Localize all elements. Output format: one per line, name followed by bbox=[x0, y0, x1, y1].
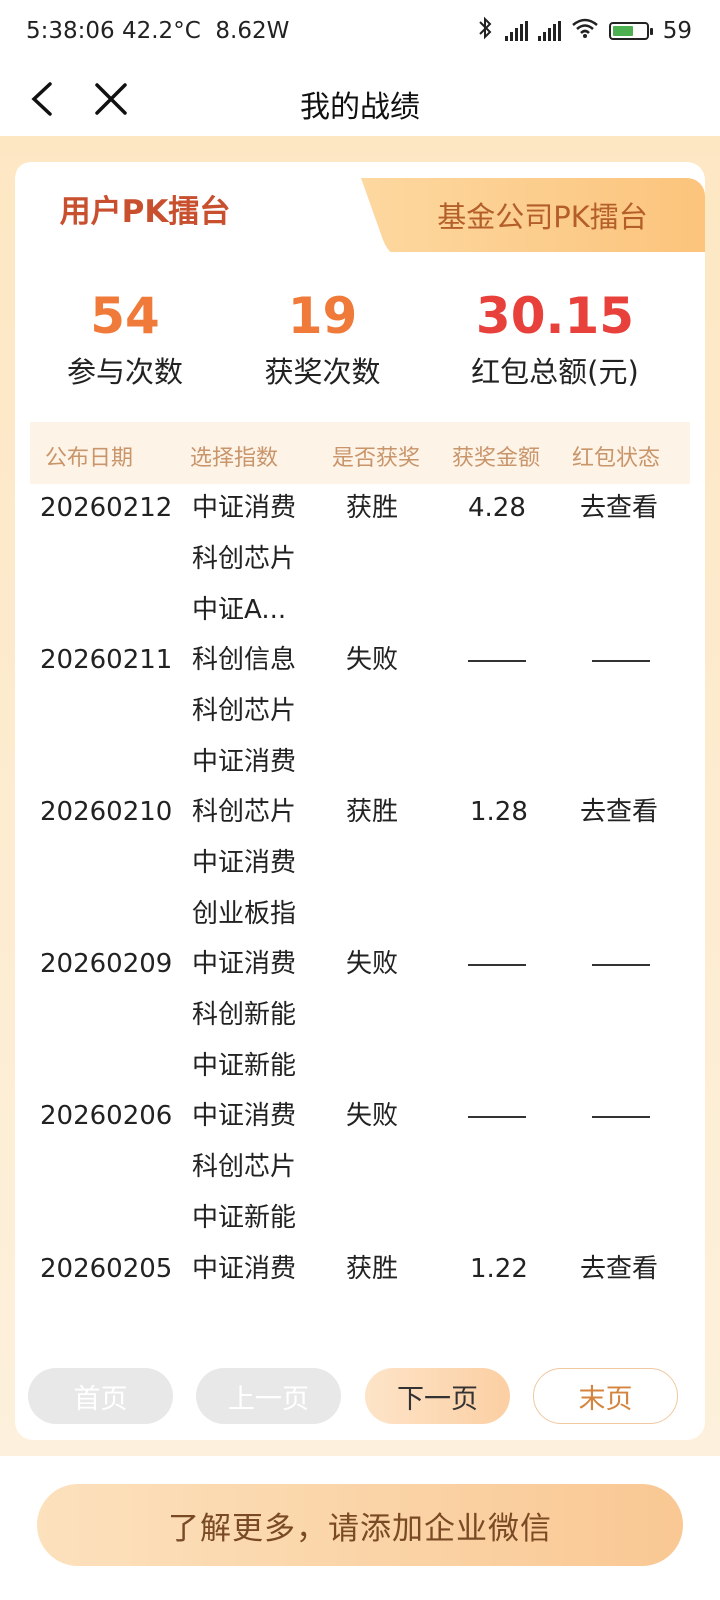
nav-bar: 我的战绩 bbox=[0, 62, 720, 136]
header-date: 公布日期 bbox=[45, 446, 134, 471]
row-amount: 1.22 bbox=[470, 1254, 528, 1284]
header-index: 选择指数 bbox=[190, 446, 279, 471]
signal-icon bbox=[504, 21, 528, 41]
row-date: 20260209 bbox=[40, 949, 173, 979]
view-redpacket-link[interactable]: 去查看 bbox=[580, 1243, 658, 1295]
row-amount: 4.28 bbox=[468, 493, 526, 523]
status-left: 5:38:06 42.2°C 8.62W bbox=[26, 18, 289, 44]
status-time: 5:38:06 bbox=[26, 18, 115, 44]
stat-wins-label: 获奖次数 bbox=[264, 355, 381, 389]
next-page-button[interactable]: 下一页 bbox=[365, 1368, 510, 1424]
row-status-empty bbox=[592, 634, 650, 686]
row-result: 失败 bbox=[346, 949, 399, 979]
row-index: 中证消费 bbox=[192, 1101, 297, 1131]
row-index: 中证A... bbox=[192, 595, 287, 625]
row-index: 科创芯片 bbox=[192, 544, 297, 574]
row-amount-empty bbox=[468, 938, 526, 990]
tab-user-pk[interactable]: 用户PK擂台 bbox=[15, 162, 395, 254]
row-date: 20260210 bbox=[40, 797, 173, 827]
stat-participations: 54 参与次数 bbox=[55, 285, 195, 391]
tab-user-pk-label: 用户PK擂台 bbox=[59, 194, 231, 230]
row-index: 科创信息 bbox=[192, 645, 297, 675]
view-redpacket-link[interactable]: 去查看 bbox=[580, 482, 658, 534]
stat-total: 30.15 红包总额(元) bbox=[450, 285, 660, 391]
wifi-icon bbox=[571, 17, 599, 45]
stat-wins: 19 获奖次数 bbox=[250, 285, 395, 391]
status-temperature: 42.2°C bbox=[121, 18, 201, 44]
row-result: 获胜 bbox=[346, 1254, 399, 1284]
stat-total-label: 红包总额(元) bbox=[471, 355, 639, 389]
stat-total-value: 30.15 bbox=[475, 287, 635, 345]
row-result: 失败 bbox=[346, 1101, 399, 1131]
row-index: 科创芯片 bbox=[192, 1152, 297, 1182]
row-amount: 1.28 bbox=[470, 797, 528, 827]
page-title: 我的战绩 bbox=[300, 90, 420, 125]
header-won: 是否获奖 bbox=[332, 446, 421, 471]
row-date: 20260211 bbox=[40, 645, 173, 675]
battery-icon bbox=[608, 22, 653, 40]
status-bar: 5:38:06 42.2°C 8.62W 59 bbox=[0, 0, 720, 62]
table-header: 公布日期 选择指数 是否获奖 获奖金额 红包状态 bbox=[30, 422, 690, 484]
row-amount-empty bbox=[468, 1090, 526, 1142]
row-result: 获胜 bbox=[346, 797, 399, 827]
row-result: 失败 bbox=[346, 645, 399, 675]
last-page-button[interactable]: 末页 bbox=[533, 1368, 678, 1424]
row-status-empty bbox=[592, 1090, 650, 1142]
add-wechat-button[interactable]: 了解更多，请添加企业微信 bbox=[37, 1484, 683, 1566]
stat-participations-value: 54 bbox=[90, 287, 160, 345]
stat-participations-label: 参与次数 bbox=[66, 355, 183, 389]
row-index: 中证消费 bbox=[192, 747, 297, 777]
status-power: 8.62W bbox=[215, 18, 290, 44]
row-result: 获胜 bbox=[346, 493, 399, 523]
row-index: 中证新能 bbox=[192, 1203, 297, 1233]
status-right: 59 bbox=[477, 16, 692, 46]
row-index: 中证消费 bbox=[192, 949, 297, 979]
signal-icon-2 bbox=[537, 21, 561, 41]
row-index: 中证消费 bbox=[192, 848, 297, 878]
stat-wins-value: 19 bbox=[287, 287, 358, 345]
row-date: 20260206 bbox=[40, 1101, 173, 1131]
row-index: 中证消费 bbox=[192, 1254, 297, 1284]
row-index: 科创芯片 bbox=[192, 696, 297, 726]
row-index: 中证新能 bbox=[192, 1051, 297, 1081]
bluetooth-icon bbox=[477, 16, 495, 46]
row-date: 20260205 bbox=[40, 1254, 173, 1284]
header-amount: 获奖金额 bbox=[452, 446, 541, 471]
first-page-button[interactable]: 首页 bbox=[28, 1368, 173, 1424]
row-status-empty bbox=[592, 938, 650, 990]
row-date: 20260212 bbox=[40, 493, 173, 523]
row-index: 科创新能 bbox=[192, 1000, 297, 1030]
header-status: 红包状态 bbox=[572, 446, 661, 471]
battery-level: 59 bbox=[662, 18, 692, 44]
prev-page-button[interactable]: 上一页 bbox=[196, 1368, 341, 1424]
row-index: 中证消费 bbox=[192, 493, 297, 523]
row-index: 创业板指 bbox=[192, 899, 297, 929]
row-amount-empty bbox=[468, 634, 526, 686]
view-redpacket-link[interactable]: 去查看 bbox=[580, 786, 658, 838]
row-index: 科创芯片 bbox=[192, 797, 297, 827]
